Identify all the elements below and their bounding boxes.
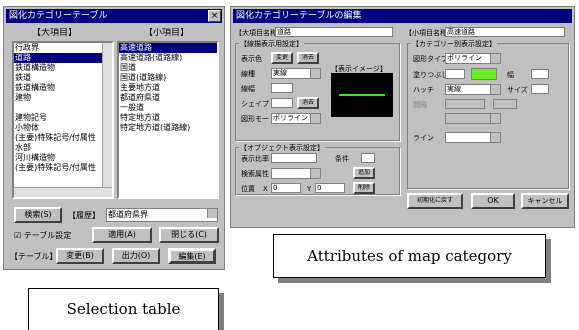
line-type-label: 線種 bbox=[241, 70, 255, 78]
ok-button[interactable]: OK bbox=[471, 193, 515, 209]
table-tag: 【テーブル】 bbox=[10, 252, 58, 261]
close-button[interactable]: 閉じる(C) bbox=[159, 227, 219, 243]
width2-label: 幅 bbox=[507, 71, 514, 79]
shape-type-label: 図形タイプ bbox=[413, 55, 448, 63]
history-select[interactable]: 都道府県界 bbox=[106, 208, 218, 222]
attributes-caption: Attributes of map category bbox=[273, 234, 546, 278]
major-list-item[interactable]: 建物 bbox=[14, 93, 112, 103]
minor-list-item[interactable]: 国道(道路線) bbox=[119, 73, 217, 83]
line-color-label: 表示色 bbox=[241, 55, 262, 63]
size-label: サイズ bbox=[507, 86, 528, 94]
y-field[interactable]: 0 bbox=[315, 183, 345, 193]
major-list-item[interactable]: (主要)特殊記号/付属性 bbox=[14, 163, 112, 173]
selection-table-window: 図化カテゴリーテーブル × 【大項目】 【小項目】 行政界 道路 鉄道構造物 鉄道 鉄道… bbox=[3, 6, 225, 270]
major-hscrollbar[interactable] bbox=[14, 187, 112, 197]
selection-caption: Selection table bbox=[28, 288, 219, 330]
shape-label: シェイプ bbox=[241, 100, 269, 108]
apply-button[interactable]: 適用(A) bbox=[92, 227, 152, 243]
close-icon[interactable]: × bbox=[208, 10, 221, 22]
major-list-item[interactable]: 鉄道構造物 bbox=[14, 83, 112, 93]
hatch-label: ハッチ bbox=[413, 86, 434, 94]
category-edit-window: 図化カテゴリーテーブルの編集 【大項目名称】 道路 【小項目名称】 高速道路 【… bbox=[230, 6, 575, 228]
major-list-item[interactable]: 鉄道 bbox=[14, 73, 112, 83]
minor-name-field[interactable]: 高速道路 bbox=[445, 27, 565, 37]
spacing-field-2[interactable] bbox=[493, 99, 517, 109]
preview-line bbox=[339, 94, 385, 96]
window-title-2: 図化カテゴリーテーブルの編集 bbox=[236, 11, 362, 21]
major-list-item[interactable]: 道路 bbox=[14, 53, 112, 63]
major-list-item[interactable]: (主要)特殊記号/付属性 bbox=[14, 133, 112, 143]
major-list-item[interactable]: 小物体 bbox=[14, 123, 112, 133]
minor-list-item[interactable]: 一般道 bbox=[119, 103, 217, 113]
category-display-label: 【カテゴリー別表示設定】 bbox=[411, 39, 497, 49]
minor-list-item[interactable]: 主要地方道 bbox=[119, 83, 217, 93]
title-bar: 図化カテゴリーテーブル × bbox=[6, 9, 222, 23]
size-field[interactable] bbox=[531, 84, 549, 94]
table-settings-checkbox[interactable]: ☑ テーブル設定 bbox=[14, 231, 71, 241]
edit-button[interactable]: 編集(E) bbox=[168, 248, 216, 264]
minor-list-item[interactable]: 国道 bbox=[119, 63, 217, 73]
color-clear-button[interactable]: 消去 bbox=[297, 52, 319, 64]
preview-image bbox=[331, 73, 393, 117]
line-width-label: 線幅 bbox=[241, 85, 255, 93]
condition-field[interactable] bbox=[361, 153, 375, 163]
hatch-select[interactable]: 実線 bbox=[445, 84, 501, 95]
display-group-label: 【線描表示用設定】 bbox=[239, 39, 304, 49]
delete-button[interactable]: 削除 bbox=[353, 182, 375, 194]
output-button[interactable]: 出力(O) bbox=[112, 248, 160, 264]
minor-header: 【小項目】 bbox=[144, 28, 190, 38]
spacing-field[interactable] bbox=[445, 99, 485, 109]
major-list[interactable]: 行政界 道路 鉄道構造物 鉄道 鉄道構造物 建物 建物記号 小物体 (主要)特殊記号/付属性 水部… bbox=[12, 41, 114, 199]
color-change-button[interactable]: 変更 bbox=[271, 52, 293, 64]
major-list-item[interactable]: 水部 bbox=[14, 143, 112, 153]
minor-list-item[interactable]: 高速道路 bbox=[119, 43, 217, 53]
minor-list-item[interactable]: 都道府県道 bbox=[119, 93, 217, 103]
fill-color-swatch[interactable] bbox=[471, 68, 497, 80]
attr-label: 検索属性 bbox=[241, 170, 269, 178]
minor-list-item[interactable]: 特定地方道 bbox=[119, 113, 217, 123]
line-type-select[interactable]: 実線 bbox=[271, 68, 321, 79]
minor-list-item[interactable]: 高速道路(道路線) bbox=[119, 53, 217, 63]
fill-stepper[interactable] bbox=[445, 69, 465, 79]
shape-field[interactable] bbox=[271, 98, 293, 108]
minor-list[interactable]: 高速道路 高速道路(道路線) 国道 国道(道路線) 主要地方道 都道府県道 一般道 特定地方道… bbox=[117, 41, 219, 199]
mode-select[interactable]: ポリライン bbox=[271, 113, 321, 124]
major-header: 【大項目】 bbox=[32, 28, 78, 38]
major-list-item[interactable]: 河川構造物 bbox=[14, 153, 112, 163]
shape-button[interactable]: 消去 bbox=[297, 97, 319, 109]
scale-field[interactable] bbox=[271, 153, 317, 163]
add-button[interactable]: 追加 bbox=[353, 167, 375, 179]
scale-label: 表示比率 bbox=[241, 155, 269, 163]
major-name-field[interactable]: 道路 bbox=[275, 27, 393, 37]
condition-label: 条件 bbox=[335, 155, 349, 163]
y-label: Y bbox=[307, 185, 312, 193]
attr-select[interactable] bbox=[271, 168, 321, 179]
major-list-item[interactable]: 建物記号 bbox=[14, 113, 112, 123]
major-list-item[interactable] bbox=[14, 103, 112, 113]
spacing-select[interactable] bbox=[445, 113, 501, 124]
shape-type-select[interactable]: ポリライン bbox=[445, 53, 501, 64]
history-label: 【履歴】 bbox=[68, 211, 100, 220]
object-group-label: 【オブジェクト表示設定】 bbox=[239, 143, 325, 153]
search-button[interactable]: 検索(S) bbox=[14, 207, 62, 223]
line2-select[interactable] bbox=[445, 132, 501, 143]
width2-field[interactable] bbox=[531, 69, 549, 79]
major-scrollbar[interactable] bbox=[102, 43, 112, 187]
major-list-item[interactable]: 行政界 bbox=[14, 43, 112, 53]
window-title: 図化カテゴリーテーブル bbox=[9, 11, 108, 21]
x-field[interactable]: 0 bbox=[271, 183, 301, 193]
line2-label: ライン bbox=[413, 134, 434, 142]
change-button[interactable]: 変更(B) bbox=[56, 248, 104, 264]
x-label: X bbox=[263, 185, 268, 193]
line-width-field[interactable] bbox=[271, 83, 293, 93]
table-settings-label: テーブル設定 bbox=[23, 231, 72, 240]
title-bar-2: 図化カテゴリーテーブルの編集 bbox=[233, 9, 572, 23]
major-list-item[interactable]: 鉄道構造物 bbox=[14, 63, 112, 73]
position-label: 位置 bbox=[241, 185, 255, 193]
minor-list-item[interactable]: 特定地方道(道路線) bbox=[119, 123, 217, 133]
reset-button[interactable]: 初期化に戻す bbox=[407, 193, 463, 209]
spacing-label: 間隔 bbox=[413, 101, 427, 109]
cancel-button[interactable]: キャンセル bbox=[521, 193, 569, 209]
